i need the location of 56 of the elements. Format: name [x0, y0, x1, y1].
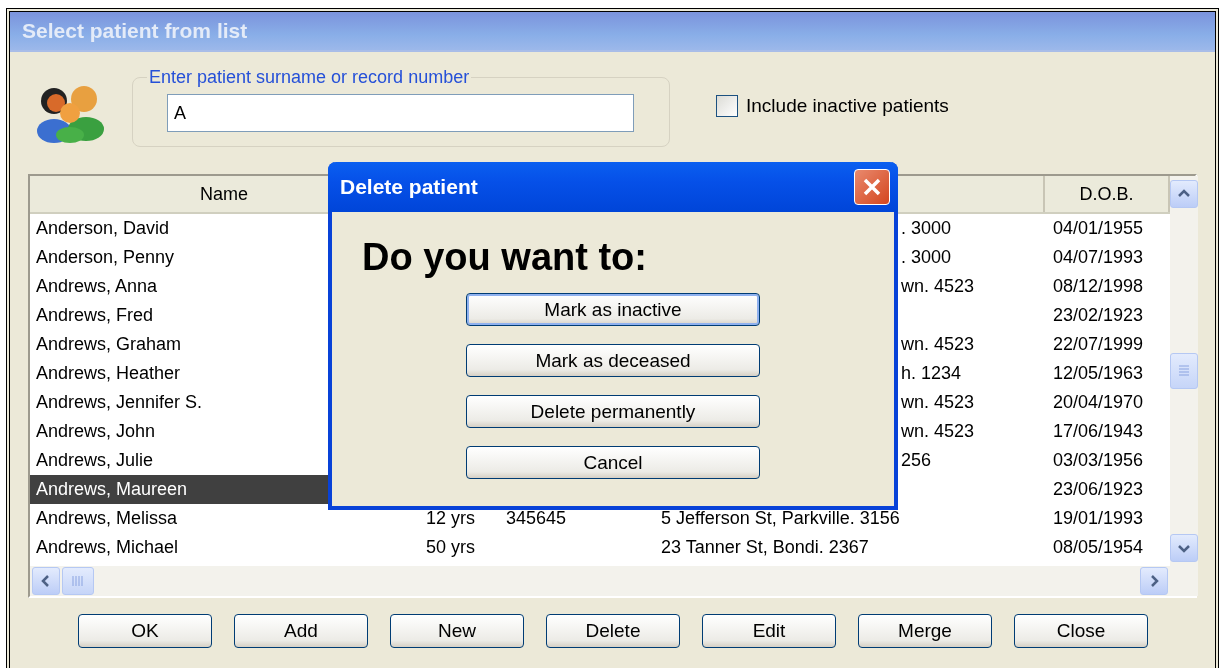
table-cell: 08/05/1954 [1053, 537, 1144, 557]
checkbox[interactable] [716, 95, 738, 117]
table-cell: 04/07/1993 [1053, 247, 1144, 267]
table-cell: 23/02/1923 [1053, 305, 1144, 325]
search-field[interactable]: A [167, 94, 634, 132]
table-cell: . 3000 [901, 218, 952, 238]
close-icon [862, 177, 882, 197]
grip-icon [1178, 365, 1190, 377]
grip-icon [72, 575, 84, 587]
table-cell: 23 Tanner St, Bondi. 2367 [661, 537, 869, 557]
table-cell: wn. 4523 [901, 276, 975, 296]
table-cell: . 3000 [901, 247, 952, 267]
table-cell: 19/01/1993 [1053, 508, 1144, 528]
scroll-thumb[interactable] [1170, 353, 1198, 389]
table-cell: 20/04/1970 [1053, 392, 1144, 412]
table-cell: 22/07/1999 [1053, 334, 1144, 354]
table-cell: 12 yrs [426, 508, 476, 528]
action-button[interactable]: OK [78, 614, 212, 648]
option-button[interactable]: Cancel [466, 446, 760, 479]
option-button[interactable]: Mark as deceased [466, 344, 760, 377]
table-cell: 03/03/1956 [1053, 450, 1144, 470]
table-cell[interactable]: Andrews, Michael [30, 533, 420, 562]
close-button[interactable] [854, 169, 890, 205]
action-button[interactable]: Merge [858, 614, 992, 648]
table-cell: 12/05/1963 [1053, 363, 1144, 383]
table-cell[interactable]: Andrews, Melissa [30, 504, 420, 533]
scroll-up-button[interactable] [1170, 180, 1198, 208]
table-cell: h. 1234 [901, 363, 962, 383]
search-legend: Enter patient surname or record number [147, 67, 472, 88]
vertical-scrollbar[interactable] [1170, 176, 1198, 596]
table-cell: 5 Jefferson St, Parkville. 3156 [661, 508, 900, 528]
table-cell: wn. 4523 [901, 334, 975, 354]
checkbox-label: Include inactive patients [746, 95, 949, 117]
action-button[interactable]: New [390, 614, 524, 648]
scroll-left-button[interactable] [32, 567, 60, 595]
table-cell: 08/12/1998 [1053, 276, 1144, 296]
table-cell: 50 yrs [426, 537, 476, 557]
table-cell: 23/06/1923 [1053, 479, 1144, 499]
table-cell: 345645 [506, 508, 567, 528]
action-button[interactable]: Close [1014, 614, 1148, 648]
table-cell: wn. 4523 [901, 421, 975, 441]
table-cell: 04/01/1955 [1053, 218, 1144, 238]
action-button[interactable]: Edit [702, 614, 836, 648]
scroll-down-button[interactable] [1170, 534, 1198, 562]
dialog-heading: Do you want to: [362, 236, 648, 279]
scroll-right-button[interactable] [1140, 567, 1168, 595]
action-button[interactable]: Delete [546, 614, 680, 648]
window-title: Select patient from list [22, 19, 248, 43]
scroll-thumb[interactable] [62, 567, 94, 595]
table-cell: 17/06/1943 [1053, 421, 1144, 441]
option-button[interactable]: Mark as inactive [466, 293, 760, 326]
table-cell: wn. 4523 [901, 392, 975, 412]
action-button[interactable]: Add [234, 614, 368, 648]
horizontal-scrollbar[interactable] [30, 566, 1170, 596]
table-cell: 256 [901, 450, 932, 470]
option-button[interactable]: Delete permanently [466, 395, 760, 428]
